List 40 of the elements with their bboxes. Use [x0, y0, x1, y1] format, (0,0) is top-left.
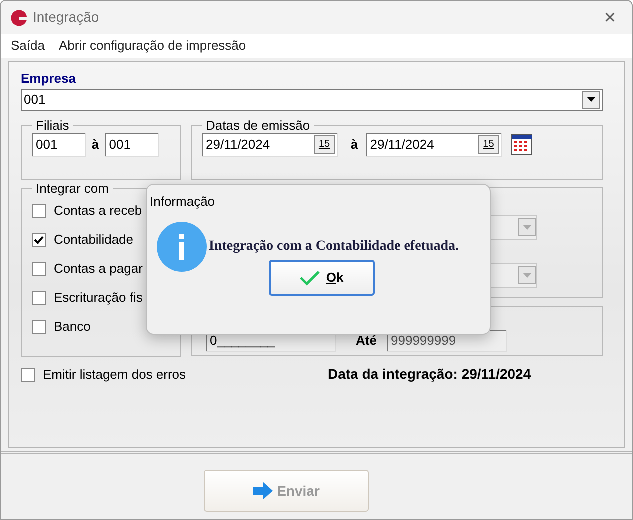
dropdown-arrow-icon: [522, 272, 532, 278]
window-title: Integração: [33, 8, 100, 27]
input-field[interactable]: 001: [32, 132, 86, 156]
range-label: Até: [356, 332, 377, 350]
group-label: Datas de emissão: [205, 118, 312, 132]
checkbox[interactable]: [32, 262, 46, 276]
ok-button[interactable]: Ok: [269, 260, 375, 296]
checkbox[interactable]: [21, 368, 35, 382]
dropdown-arrow-icon: [586, 97, 596, 102]
checkbox[interactable]: [32, 291, 46, 305]
app-logo-icon: [9, 8, 29, 28]
checkbox-label: Contas a pagar: [54, 260, 143, 278]
checkbox[interactable]: [32, 204, 46, 218]
date-picker-button[interactable]: 15: [314, 135, 335, 154]
integration-date-text: Data da integração: 29/11/2024: [328, 365, 532, 384]
checkbox-label: Contas a receb: [54, 202, 142, 220]
company-label: Empresa: [21, 70, 77, 88]
company-dropdown[interactable]: 001: [21, 88, 603, 110]
menu-item[interactable]: Abrir configuração de impressão: [58, 36, 246, 56]
dialog-message: Integração com a Contabilidade efetuada.: [209, 238, 460, 256]
checkbox[interactable]: [32, 233, 46, 247]
checkbox[interactable]: [32, 320, 46, 334]
separator-label: à: [351, 136, 358, 154]
checkmark-icon: [300, 270, 320, 286]
checkbox-label: Banco: [54, 318, 91, 336]
dialog-title: Informação: [149, 193, 216, 211]
menu-item[interactable]: Saída: [11, 36, 45, 56]
group-label: Filiais: [35, 118, 70, 132]
checkbox-label: Contabilidade: [54, 231, 134, 250]
arrow-right-icon: [253, 482, 274, 500]
group-label: Integrar com: [35, 182, 110, 194]
separator-label: à: [92, 136, 100, 154]
checkbox-label: Escrituração fis: [54, 289, 143, 308]
date-picker-button[interactable]: 15: [478, 135, 500, 154]
calendar-icon[interactable]: [511, 134, 534, 156]
input-field[interactable]: 001: [105, 132, 160, 156]
info-icon: [157, 222, 207, 272]
close-button[interactable]: ×: [604, 8, 616, 28]
dropdown-arrow-icon: [522, 224, 532, 230]
checkbox-label: Emitir listagem dos erros: [43, 366, 188, 384]
